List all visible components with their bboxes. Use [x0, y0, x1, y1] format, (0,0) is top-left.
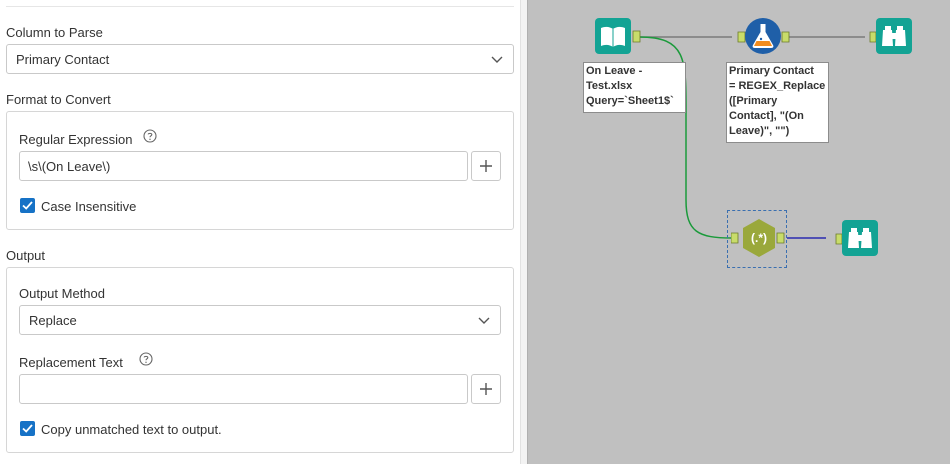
binoculars-browse-icon: [869, 18, 912, 54]
format-to-convert-label: Format to Convert: [6, 92, 111, 107]
browse-tool-top[interactable]: [868, 18, 912, 54]
plus-icon: [480, 160, 492, 172]
regex-glyph: (.*): [751, 231, 767, 245]
column-to-parse-value: Primary Contact: [16, 52, 110, 67]
replacement-insert-button[interactable]: [471, 374, 501, 404]
formula-tool-annotation: Primary Contact = REGEX_Replace ([Primar…: [726, 62, 829, 143]
output-method-label: Output Method: [19, 286, 105, 301]
browse-tool-bottom[interactable]: [834, 220, 878, 256]
workflow-canvas[interactable]: (.*) On Leave - Test.xlsx Query=`Sheet1$…: [527, 0, 950, 464]
regex-insert-button[interactable]: [471, 151, 501, 181]
output-method-value: Replace: [29, 313, 77, 328]
input-tool-annotation: On Leave - Test.xlsx Query=`Sheet1$`: [583, 62, 686, 113]
panel-scrollbar[interactable]: [520, 0, 527, 464]
flask-formula-icon: [737, 18, 790, 54]
regular-expression-input[interactable]: \s\(On Leave\): [19, 151, 468, 181]
replacement-text-input[interactable]: [19, 374, 468, 404]
regular-expression-value: \s\(On Leave\): [28, 159, 111, 174]
output-method-dropdown[interactable]: Replace: [19, 305, 501, 335]
output-label: Output: [6, 248, 46, 263]
binoculars-browse-icon: [835, 220, 878, 256]
copy-unmatched-checkbox[interactable]: [20, 421, 35, 436]
case-insensitive-label[interactable]: Case Insensitive: [41, 199, 136, 214]
regex-tool[interactable]: (.*): [730, 217, 785, 257]
chevron-down-icon: [478, 317, 490, 324]
checkmark-icon: [22, 201, 33, 210]
column-to-parse-label: Column to Parse: [6, 25, 103, 40]
copy-unmatched-label[interactable]: Copy unmatched text to output.: [41, 422, 222, 437]
replacement-text-label: Replacement Text: [19, 355, 123, 370]
help-icon[interactable]: [139, 352, 153, 366]
input-data-tool[interactable]: [595, 18, 641, 54]
divider: [6, 6, 514, 7]
configuration-panel: Column to Parse Primary Contact Format t…: [0, 0, 520, 464]
help-icon[interactable]: [143, 129, 157, 143]
regex-hexagon-icon: (.*): [730, 219, 785, 257]
regular-expression-label: Regular Expression: [19, 132, 133, 147]
formula-tool[interactable]: [736, 17, 790, 54]
chevron-down-icon: [491, 56, 503, 63]
checkmark-icon: [22, 424, 33, 433]
column-to-parse-dropdown[interactable]: Primary Contact: [6, 44, 514, 74]
book-input-icon: [595, 18, 641, 54]
case-insensitive-checkbox[interactable]: [20, 198, 35, 213]
plus-icon: [480, 383, 492, 395]
